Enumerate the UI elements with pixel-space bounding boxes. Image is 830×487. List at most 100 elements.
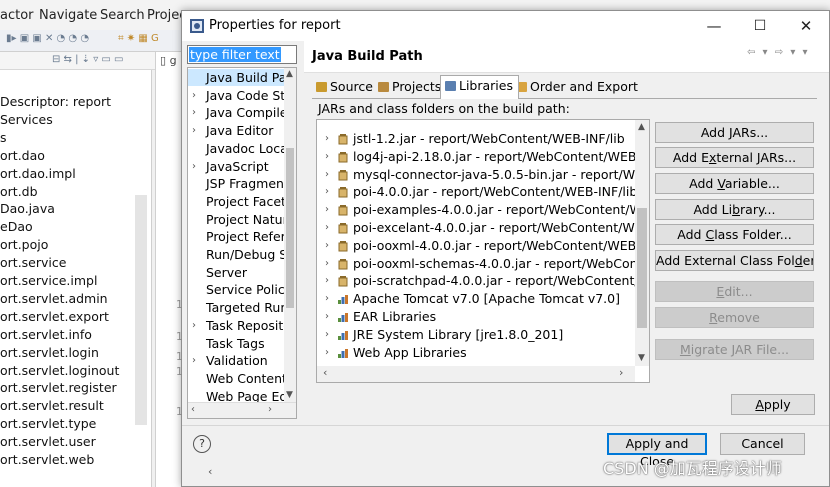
toolbar-icon[interactable]: ⌗ ✷ ▦ G xyxy=(118,33,159,44)
maximize-button[interactable]: ☐ xyxy=(737,11,783,41)
scroll-right-icon[interactable]: › xyxy=(268,404,272,415)
migrate-jar-file-button[interactable]: Migrate JAR File... xyxy=(655,339,814,360)
classpath-entry[interactable]: › poi-ooxml-4.0.0.jar - report/WebContent… xyxy=(317,237,649,255)
nav-item[interactable]: › Java Editor xyxy=(188,122,284,139)
add-external-jars-button[interactable]: Add External JARs... xyxy=(655,147,814,168)
scroll-left-icon[interactable]: ‹ xyxy=(191,404,195,415)
nav-item[interactable]: JSP Fragment xyxy=(188,175,284,192)
nav-item[interactable]: Run/Debug Settings xyxy=(188,246,284,263)
expand-arrow-icon[interactable]: › xyxy=(325,237,329,255)
expand-arrow-icon[interactable]: › xyxy=(325,290,329,308)
classpath-entry[interactable]: › JRE System Library [jre1.8.0_201] xyxy=(317,326,637,344)
history-nav-icons[interactable]: ⇦ ▾ ⇨ ▾ ▾ xyxy=(747,47,810,58)
nav-horizontal-scrollbar[interactable]: ‹ › xyxy=(188,402,296,418)
add-class-folder-button[interactable]: Add Class Folder... xyxy=(655,224,814,245)
view-menu-icon[interactable]: ⊟ ⇆ | ⇣ ▿ ▭ ▭ xyxy=(52,54,124,65)
close-button[interactable]: ✕ xyxy=(783,11,829,41)
classpath-horizontal-scrollbar[interactable]: ‹ › xyxy=(317,366,635,382)
explorer-item[interactable]: ort.servlet.admin xyxy=(0,291,108,306)
expand-arrow-icon[interactable]: › xyxy=(192,87,196,104)
explorer-item[interactable]: ort.db xyxy=(0,184,38,199)
expand-arrow-icon[interactable]: › xyxy=(192,104,196,121)
apply-and-close-button[interactable]: Apply and Close xyxy=(607,433,707,469)
nav-item[interactable]: Service Policies xyxy=(188,281,284,298)
expand-arrow-icon[interactable]: › xyxy=(192,158,196,175)
expand-arrow-icon[interactable]: › xyxy=(325,148,329,166)
tab-libraries[interactable]: Libraries xyxy=(440,75,519,99)
expand-arrow-icon[interactable]: › xyxy=(192,317,196,334)
nav-item[interactable]: Java Build Path xyxy=(188,69,284,86)
classpath-scroll-thumb[interactable] xyxy=(637,208,647,328)
expand-arrow-icon[interactable]: › xyxy=(325,183,329,201)
nav-item[interactable]: Project Natures xyxy=(188,211,284,228)
nav-vertical-scrollbar[interactable]: ▲ ▼ xyxy=(284,68,296,402)
expand-arrow-icon[interactable]: › xyxy=(192,122,196,139)
menu-navigate[interactable]: Navigate xyxy=(39,8,97,23)
classpath-entry[interactable]: › poi-ooxml-schemas-4.0.0.jar - report/We… xyxy=(317,255,649,273)
explorer-item[interactable]: ort.servlet.user xyxy=(0,434,96,449)
expand-arrow-icon[interactable]: › xyxy=(325,201,329,219)
explorer-item[interactable]: ort.dao xyxy=(0,148,45,163)
tab-order-and-export[interactable]: Order and Export xyxy=(512,77,643,98)
dialog-titlebar[interactable]: Properties for report — ☐ ✕ xyxy=(182,11,829,41)
tab-source[interactable]: Source xyxy=(312,77,378,98)
remove-button[interactable]: Remove xyxy=(655,307,814,328)
nav-item[interactable]: Project Facets xyxy=(188,193,284,210)
expand-arrow-icon[interactable]: › xyxy=(325,308,329,326)
classpath-entry[interactable]: › Web App Libraries xyxy=(317,344,637,362)
edit-button[interactable]: Edit... xyxy=(655,281,814,302)
minimize-button[interactable]: — xyxy=(691,11,737,41)
expand-arrow-icon[interactable]: › xyxy=(325,130,329,148)
nav-scroll-thumb[interactable] xyxy=(286,148,294,308)
menu-refactor[interactable]: actor xyxy=(0,8,34,23)
explorer-scrollbar[interactable] xyxy=(135,195,147,425)
classpath-entry[interactable]: › poi-excelant-4.0.0.jar - report/WebCont… xyxy=(317,219,649,237)
explorer-item[interactable]: ort.service xyxy=(0,255,66,270)
explorer-item[interactable]: ort.servlet.register xyxy=(0,380,117,395)
expand-arrow-icon[interactable]: › xyxy=(325,272,329,290)
classpath-entry[interactable]: › Apache Tomcat v7.0 [Apache Tomcat v7.0] xyxy=(317,290,637,308)
scroll-down-icon[interactable]: ▼ xyxy=(638,353,645,363)
explorer-item[interactable]: Services xyxy=(0,112,53,127)
cancel-button[interactable]: Cancel xyxy=(720,433,805,455)
explorer-item[interactable]: Descriptor: report xyxy=(0,94,111,109)
toolbar-icon[interactable]: ▮▸ ▣ ▣ ✕ ◔ ◔ ◔ xyxy=(6,33,89,44)
expand-arrow-icon[interactable]: › xyxy=(325,255,329,273)
explorer-item[interactable]: ort.servlet.export xyxy=(0,309,109,324)
classpath-entry[interactable]: › mysql-connector-java-5.0.5-bin.jar - re… xyxy=(317,166,649,184)
scroll-right-icon[interactable]: › xyxy=(619,366,623,379)
explorer-item[interactable]: ort.servlet.login xyxy=(0,345,99,360)
classpath-entry[interactable]: › jstl-1.2.jar - report/WebContent/WEB-IN… xyxy=(317,130,637,148)
explorer-item[interactable]: ort.service.impl xyxy=(0,273,97,288)
expand-arrow-icon[interactable]: › xyxy=(325,166,329,184)
explorer-item[interactable]: s xyxy=(0,130,7,145)
explorer-item[interactable]: ort.pojo xyxy=(0,237,48,252)
classpath-entry[interactable]: › log4j-api-2.18.0.jar - report/WebConten… xyxy=(317,148,649,166)
add-variable-button[interactable]: Add Variable... xyxy=(655,173,814,194)
help-icon[interactable]: ? xyxy=(193,435,211,453)
nav-item[interactable]: Targeted Runtimes xyxy=(188,299,284,316)
classpath-entry[interactable]: › poi-4.0.0.jar - report/WebContent/WEB-I… xyxy=(317,183,637,201)
classpath-entry[interactable]: › poi-examples-4.0.0.jar - report/WebCont… xyxy=(317,201,649,219)
classpath-vertical-scrollbar[interactable]: ▲ ▼ xyxy=(635,120,649,366)
explorer-item[interactable]: Dao.java xyxy=(0,201,55,216)
explorer-item[interactable]: ort.servlet.result xyxy=(0,398,104,413)
add-library-button[interactable]: Add Library... xyxy=(655,199,814,220)
scroll-down-icon[interactable]: ▼ xyxy=(286,390,293,400)
nav-item[interactable]: › JavaScript xyxy=(188,158,284,175)
expand-arrow-icon[interactable]: › xyxy=(192,352,196,369)
filter-input[interactable]: type filter text xyxy=(187,45,297,64)
nav-item[interactable]: Web Content Settings xyxy=(188,370,284,387)
explorer-item[interactable]: ort.servlet.info xyxy=(0,327,92,342)
expand-arrow-icon[interactable]: › xyxy=(325,326,329,344)
tab-projects[interactable]: Projects xyxy=(374,77,446,98)
explorer-item[interactable]: ort.servlet.loginout xyxy=(0,363,119,378)
nav-item[interactable]: › Validation xyxy=(188,352,284,369)
expand-arrow-icon[interactable]: › xyxy=(325,219,329,237)
nav-item[interactable]: Server xyxy=(188,264,284,281)
apply-button[interactable]: Apply xyxy=(731,394,815,415)
scroll-up-icon[interactable]: ▲ xyxy=(638,122,645,132)
classpath-entry[interactable]: › EAR Libraries xyxy=(317,308,637,326)
nav-item[interactable]: Javadoc Location xyxy=(188,140,284,157)
explorer-item[interactable]: ort.servlet.web xyxy=(0,452,94,467)
